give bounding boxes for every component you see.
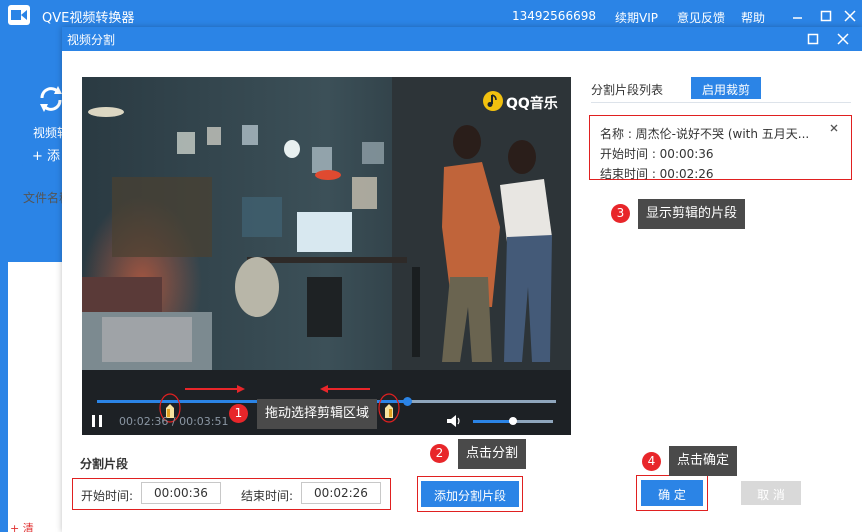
qq-music-icon xyxy=(483,91,503,111)
dialog-title: 视频分割 xyxy=(67,33,116,47)
step-3-callout: 显示剪辑的片段 xyxy=(638,199,746,229)
video-frame[interactable] xyxy=(82,77,571,370)
menu-feedback[interactable]: 意见反馈 xyxy=(677,9,725,26)
watermark-text: QQ音乐 xyxy=(506,96,558,112)
app-phone: 13492566698 xyxy=(512,9,596,23)
dialog-close-icon[interactable] xyxy=(836,32,850,46)
clip-end: 结束时间 : 00:02:26 xyxy=(600,167,714,181)
segment-title: 分割片段 xyxy=(80,457,129,471)
app-title: QVE视频转换器 xyxy=(42,11,135,26)
convert-icon[interactable] xyxy=(38,84,64,117)
clip-start: 开始时间 : 00:00:36 xyxy=(600,147,714,161)
end-time-input[interactable]: 00:02:26 xyxy=(301,482,381,504)
step-3-badge: 3 xyxy=(611,204,630,223)
volume-knob[interactable] xyxy=(509,417,517,425)
remove-clip-icon[interactable] xyxy=(829,123,839,133)
enable-crop-button[interactable]: 启用裁剪 xyxy=(691,77,761,99)
close-icon[interactable] xyxy=(842,8,858,24)
step-1-badge: 1 xyxy=(229,404,248,423)
volume-icon[interactable] xyxy=(446,414,462,428)
step-2-callout: 点击分割 xyxy=(458,439,527,469)
clear-link[interactable]: + 清 xyxy=(10,520,34,532)
trim-end-highlight xyxy=(378,393,400,423)
add-segment-button[interactable]: 添加分割片段 xyxy=(421,481,519,507)
step-1-callout: 拖动选择剪辑区域 xyxy=(257,399,378,429)
step-2-badge: 2 xyxy=(430,444,449,463)
qq-music-watermark: QQ音乐 xyxy=(483,91,563,113)
step-4-badge: 4 xyxy=(642,452,661,471)
dialog-titlebar: 视频分割 xyxy=(62,27,862,51)
maximize-icon[interactable] xyxy=(818,8,834,24)
start-time-label: 开始时间: xyxy=(81,489,134,503)
ok-button[interactable]: 确 定 xyxy=(641,480,703,506)
pause-icon[interactable] xyxy=(90,414,104,428)
list-divider xyxy=(591,102,851,103)
dialog-maximize-icon[interactable] xyxy=(806,32,820,46)
start-time-input[interactable]: 00:00:36 xyxy=(141,482,221,504)
arrow-right-icon xyxy=(185,385,245,393)
video-player: QQ音乐 00:02:36 / 00:03:51 xyxy=(82,77,571,435)
step-4-callout: 点击确定 xyxy=(669,446,738,476)
split-video-dialog: 视频分割 QQ音乐 00:02:36 / 00:03:51 分割片段 开始时间:… xyxy=(62,27,862,532)
minimize-icon[interactable] xyxy=(790,8,806,24)
clip-name: 名称 : 周杰伦-说好不哭 (with 五月天... xyxy=(600,127,810,141)
clip-list-title: 分割片段列表 xyxy=(591,83,664,97)
end-time-label: 结束时间: xyxy=(241,489,294,503)
menu-renew-vip[interactable]: 续期VIP xyxy=(615,9,658,26)
playback-time: 00:02:36 / 00:03:51 xyxy=(119,415,229,428)
sidebar-strip xyxy=(0,262,8,532)
arrow-left-icon xyxy=(320,385,370,393)
volume-fill xyxy=(473,420,513,423)
cancel-button[interactable]: 取 消 xyxy=(741,481,801,505)
menu-help[interactable]: 帮助 xyxy=(741,9,765,26)
app-logo xyxy=(8,5,30,25)
clip-list-item[interactable]: 名称 : 周杰伦-说好不哭 (with 五月天... 开始时间 : 00:00:… xyxy=(589,115,852,181)
